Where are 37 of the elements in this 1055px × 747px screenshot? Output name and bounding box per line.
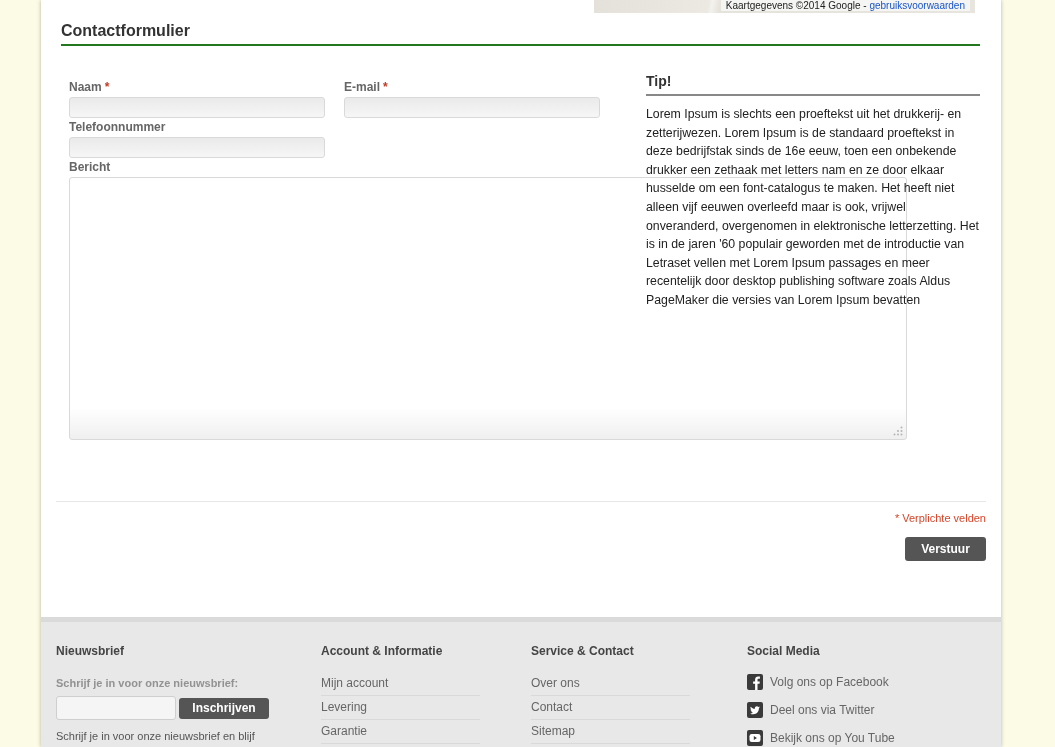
- form-title: Contactformulier: [61, 22, 190, 39]
- social-link[interactable]: Deel ons via Twitter: [747, 696, 875, 724]
- field-label: Naam: [69, 80, 102, 94]
- text-input-field[interactable]: [69, 137, 325, 158]
- terms-link[interactable]: gebruiksvoorwaarden: [869, 0, 965, 11]
- submit-button[interactable]: Verstuur: [905, 537, 986, 561]
- required-asterisk: *: [104, 80, 110, 94]
- footer-heading: Social Media: [747, 644, 820, 658]
- social-link[interactable]: Bekijk ons op You Tube: [747, 724, 895, 747]
- footer-heading: Service & Contact: [531, 644, 634, 658]
- youtube-icon: [747, 730, 763, 746]
- footer-link[interactable]: Over ons: [531, 672, 690, 696]
- newsletter-email-field[interactable]: [56, 696, 176, 720]
- footer-heading: Nieuwsbrief: [56, 644, 124, 658]
- tip-title: Tip!: [646, 73, 672, 89]
- field-label: Bericht: [69, 160, 111, 174]
- field-label: E-mail: [344, 80, 380, 94]
- newsletter-description: Schrijf je in voor onze nieuwsbrief en blijf: [56, 729, 255, 743]
- footer-link[interactable]: Garantie: [321, 720, 480, 744]
- footer-link[interactable]: Mijn account: [321, 672, 480, 696]
- tip-text: Lorem Ipsum is slechts een proeftekst uit het drukkerij- en zetterijwezen. Lorem Ipsum is de standaard proeftekst in deze bedrijfstak sinds de 16e eeuw, toen een onbekende drukker een zethaak met letters nam en ze door elkaar husselde om een font-catalogus te maken. Het heeft niet alleen vijf eeuwen overleefd maar is ook, vrijwel onveranderd, overgenomen in elektronische letterzetting. Het is in de jaren '60 populair geworden met de introductie van Letraset vellen met Lorem Ipsum passages en meer recentelijk door desktop publishing software zoals Aldus PageMaker die versies van Lorem Ipsum bevatten: [646, 106, 980, 309]
- footer-link[interactable]: Levering: [321, 696, 480, 720]
- footer-heading: Account & Informatie: [321, 644, 443, 658]
- map-attribution: Kaartgegevens ©2014 Google -: [725, 0, 868, 11]
- social-link[interactable]: Volg ons op Facebook: [747, 668, 889, 696]
- facebook-icon: [747, 674, 763, 690]
- text-input-field[interactable]: [69, 97, 325, 118]
- footer-link[interactable]: Contact: [531, 696, 690, 720]
- required-asterisk: *: [383, 80, 388, 94]
- newsletter-prompt: Schrijf je in voor onze nieuwsbrief:: [56, 676, 239, 690]
- resize-grip-icon[interactable]: [893, 426, 903, 436]
- subscribe-button[interactable]: Inschrijven: [179, 697, 269, 719]
- footer-link[interactable]: Sitemap: [531, 720, 690, 744]
- field-label: Telefoonnummer: [69, 120, 166, 134]
- text-input-field[interactable]: [344, 97, 600, 118]
- twitter-icon: [747, 702, 763, 718]
- required-fields-note: * Verplichte velden: [894, 512, 986, 525]
